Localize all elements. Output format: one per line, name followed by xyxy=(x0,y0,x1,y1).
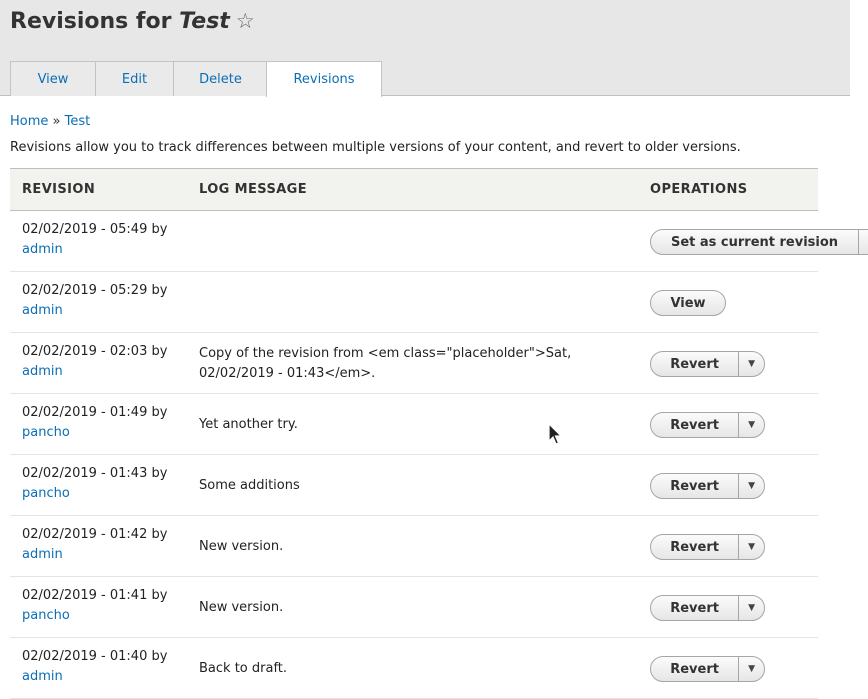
set-current-revision-button-group: Set as current revision ▼ xyxy=(650,229,868,255)
description-text: Revisions allow you to track differences… xyxy=(10,140,741,155)
log-message: New version. xyxy=(199,539,284,554)
table-row: 02/02/2019 - 01:43 by pancho Some additi… xyxy=(10,455,818,516)
revision-author[interactable]: admin xyxy=(22,303,63,318)
revision-author[interactable]: pancho xyxy=(22,608,70,623)
log-message: Some additions xyxy=(199,478,300,493)
revert-button[interactable]: Revert xyxy=(651,596,740,620)
revert-button-group: Revert ▼ xyxy=(650,351,765,377)
revision-date: 02/02/2019 - 05:49 by xyxy=(22,222,168,237)
tab-revisions[interactable]: Revisions xyxy=(266,61,382,97)
log-message: New version. xyxy=(199,600,284,615)
revision-date: 02/02/2019 - 01:41 by xyxy=(22,588,168,603)
set-current-revision-button[interactable]: Set as current revision xyxy=(651,230,859,254)
revision-author[interactable]: admin xyxy=(22,669,63,684)
page-title-node: Test xyxy=(179,9,230,34)
revision-author[interactable]: admin xyxy=(22,547,63,562)
revision-date: 02/02/2019 - 05:29 by xyxy=(22,283,168,298)
revision-author[interactable]: pancho xyxy=(22,486,70,501)
revert-button-group: Revert ▼ xyxy=(650,656,765,682)
revert-button[interactable]: Revert xyxy=(651,352,740,376)
revision-date: 02/02/2019 - 02:03 by xyxy=(22,344,168,359)
chevron-down-icon[interactable]: ▼ xyxy=(739,413,764,437)
log-message: Copy of the revision from <em class="pla… xyxy=(199,346,572,381)
table-row: 02/02/2019 - 01:41 by pancho New version… xyxy=(10,577,818,638)
table-row: 02/02/2019 - 05:49 by admin Set as curre… xyxy=(10,211,868,272)
revert-button-group: Revert ▼ xyxy=(650,534,765,560)
chevron-down-icon[interactable]: ▼ xyxy=(739,352,764,376)
table-row: 02/02/2019 - 01:49 by pancho Yet another… xyxy=(10,394,818,455)
breadcrumb-current[interactable]: Test xyxy=(65,114,91,129)
revision-date: 02/02/2019 - 01:42 by xyxy=(22,527,168,542)
chevron-down-icon[interactable]: ▼ xyxy=(739,657,764,681)
table-row: 02/02/2019 - 05:29 by admin View xyxy=(10,272,818,333)
page-header: Revisions for Test ☆ View Edit Delete Rev… xyxy=(0,0,850,97)
tab-edit[interactable]: Edit xyxy=(95,61,174,96)
revert-button[interactable]: Revert xyxy=(651,474,740,498)
column-header-revision: REVISION xyxy=(22,182,96,197)
revision-date: 02/02/2019 - 01:49 by xyxy=(22,405,168,420)
chevron-down-icon[interactable]: ▼ xyxy=(859,230,868,254)
revert-button-group: Revert ▼ xyxy=(650,412,765,438)
revert-button-group: Revert ▼ xyxy=(650,473,765,499)
page-title-prefix: Revisions for xyxy=(10,9,180,34)
tab-delete[interactable]: Delete xyxy=(173,61,268,96)
page-title: Revisions for Test ☆ xyxy=(10,9,255,34)
star-icon[interactable]: ☆ xyxy=(236,9,255,33)
chevron-down-icon[interactable]: ▼ xyxy=(739,535,764,559)
table-row: 02/02/2019 - 01:40 by admin Back to draf… xyxy=(10,638,818,699)
revision-date: 02/02/2019 - 01:43 by xyxy=(22,466,168,481)
table-row: 02/02/2019 - 01:42 by admin New version.… xyxy=(10,516,818,577)
revision-date: 02/02/2019 - 01:40 by xyxy=(22,649,168,664)
table-header: REVISION LOG MESSAGE OPERATIONS xyxy=(10,168,818,211)
revert-button-group: Revert ▼ xyxy=(650,595,765,621)
revert-button[interactable]: Revert xyxy=(651,413,740,437)
breadcrumb: Home » Test xyxy=(10,114,90,129)
revision-author[interactable]: admin xyxy=(22,242,63,257)
mouse-pointer-icon xyxy=(548,423,563,445)
log-message: Back to draft. xyxy=(199,661,288,676)
revision-author[interactable]: admin xyxy=(22,364,63,379)
column-header-operations: OPERATIONS xyxy=(650,182,748,197)
revision-author[interactable]: pancho xyxy=(22,425,70,440)
column-header-log-message: LOG MESSAGE xyxy=(199,182,308,197)
revert-button[interactable]: Revert xyxy=(651,657,740,681)
table-row: 02/02/2019 - 02:03 by admin Copy of the … xyxy=(10,333,818,394)
tab-view[interactable]: View xyxy=(10,61,96,96)
breadcrumb-home[interactable]: Home xyxy=(10,114,48,129)
chevron-down-icon[interactable]: ▼ xyxy=(739,596,764,620)
chevron-down-icon[interactable]: ▼ xyxy=(739,474,764,498)
view-revision-button[interactable]: View xyxy=(650,290,726,316)
revert-button[interactable]: Revert xyxy=(651,535,740,559)
breadcrumb-separator: » xyxy=(52,114,61,129)
